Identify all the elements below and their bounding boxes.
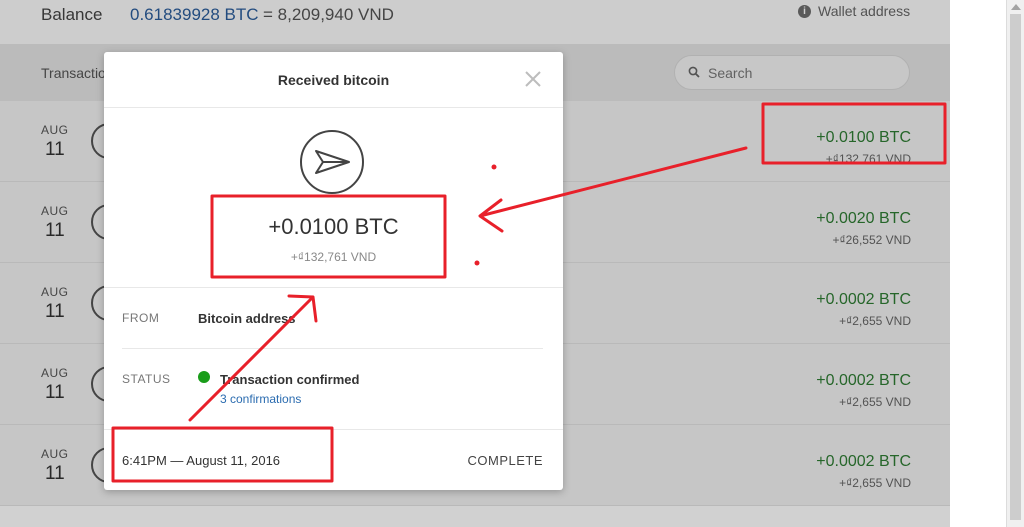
- modal-amount: +0.0100 BTC: [268, 214, 399, 239]
- modal-title: Received bitcoin: [277, 72, 390, 88]
- confirmations-link[interactable]: 3 confirmations: [220, 392, 301, 406]
- close-icon[interactable]: [523, 69, 543, 89]
- send-icon: [300, 130, 364, 194]
- complete-status: COMPLETE: [467, 453, 543, 468]
- right-margin: [950, 0, 1006, 527]
- scroll-up-arrow-icon[interactable]: [1011, 4, 1021, 10]
- divider: [104, 429, 563, 430]
- wallet-page: Balance 0.61839928 BTC = 8,209,940 VND i…: [0, 0, 1024, 527]
- status-label: STATUS: [122, 372, 171, 386]
- scrollbar-thumb[interactable]: [1010, 14, 1021, 520]
- transaction-detail-modal: Received bitcoin +0.0100 BTC +₫132,761 V…: [104, 52, 563, 490]
- from-value: Bitcoin address: [198, 311, 296, 326]
- from-label: FROM: [122, 311, 160, 325]
- modal-date: 6:41PM — August 11, 2016: [122, 453, 281, 468]
- scrollbar[interactable]: [1006, 0, 1024, 527]
- divider: [104, 107, 563, 108]
- modal-fiat: +₫132,761 VND: [290, 250, 377, 264]
- status-text: Transaction confirmed: [220, 372, 360, 387]
- divider: [122, 348, 543, 349]
- divider: [104, 287, 563, 288]
- status-dot-icon: [198, 371, 210, 383]
